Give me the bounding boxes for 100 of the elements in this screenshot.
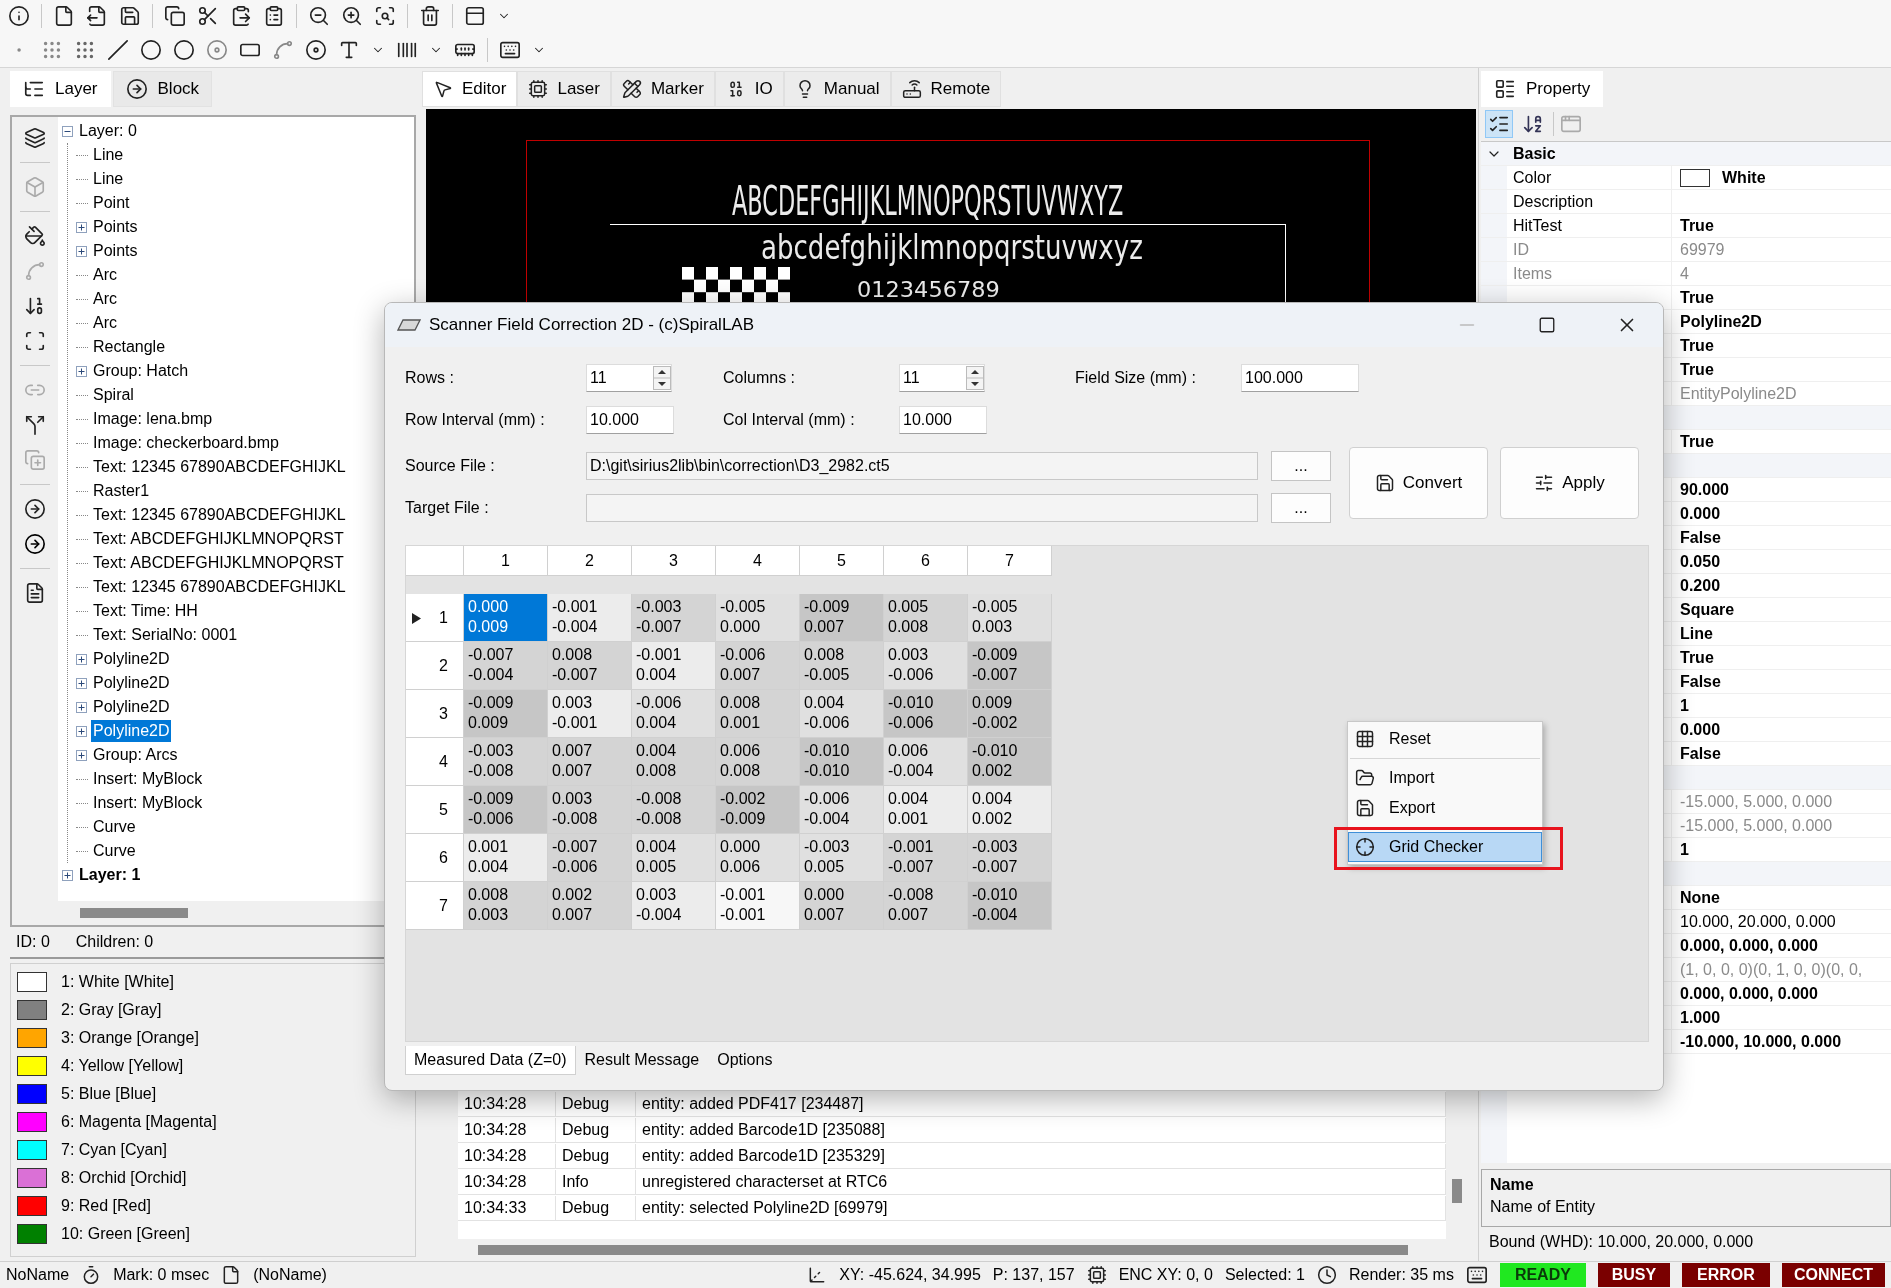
table-cell[interactable]: -0.010 -0.004 [968, 882, 1052, 930]
tree-item[interactable]: Text: 12345 67890ABCDEFGHIJKL [91, 456, 348, 478]
menu-item[interactable]: Grid Checker [1348, 832, 1542, 862]
table-cell[interactable]: -0.010 0.002 [968, 738, 1052, 786]
row-header[interactable]: 2 [406, 642, 464, 690]
editor-tab[interactable]: Laser [517, 71, 611, 107]
color-label[interactable]: 7: Cyan [Cyan] [61, 1141, 167, 1159]
table-cell[interactable]: -0.007 -0.006 [548, 834, 632, 882]
property-value[interactable]: Line [1680, 624, 1713, 643]
category-row[interactable]: Basic [1481, 142, 1891, 166]
source-file-field[interactable]: D:\git\sirius2lib\bin\correction\D3_2982.ct5 [586, 452, 1258, 480]
tree-item[interactable]: Point [91, 192, 132, 214]
table-cell[interactable]: 0.003 -0.006 [884, 642, 968, 690]
property-value[interactable]: True [1680, 336, 1714, 355]
maximize-icon[interactable] [1538, 316, 1556, 334]
property-value[interactable]: 0.200 [1680, 576, 1721, 595]
collapse-toggle[interactable] [62, 125, 73, 137]
scrollbar-thumb[interactable] [80, 908, 188, 918]
apply-button[interactable]: Apply [1500, 447, 1639, 519]
menu-item[interactable]: Reset [1348, 724, 1542, 754]
tree-item[interactable]: Layer: 0 [77, 120, 139, 142]
tree-item[interactable]: Layer: 1 [77, 864, 143, 886]
table-cell[interactable]: 0.000 0.009 [464, 594, 548, 642]
table-cell[interactable]: -0.009 -0.006 [464, 786, 548, 834]
tree-item[interactable]: Text: Time: HH [91, 600, 200, 622]
property-value[interactable]: Square [1680, 600, 1735, 619]
table-cell[interactable]: 0.003 -0.001 [548, 690, 632, 738]
property-value[interactable]: True [1680, 432, 1714, 451]
table-cell[interactable]: -0.008 0.007 [884, 882, 968, 930]
color-label[interactable]: 10: Green [Green] [61, 1225, 190, 1243]
cut-icon[interactable] [197, 5, 219, 27]
table-cell[interactable]: 0.008 -0.005 [800, 642, 884, 690]
property-value[interactable]: True [1680, 648, 1714, 667]
paste-icon[interactable] [230, 5, 252, 27]
table-cell[interactable]: -0.001 -0.001 [716, 882, 800, 930]
row-header[interactable]: 1 [406, 594, 464, 642]
browse-button[interactable]: ... [1271, 451, 1331, 481]
table-cell[interactable]: -0.005 0.000 [716, 594, 800, 642]
field-size-field[interactable]: 100.000 [1241, 364, 1359, 392]
property-value[interactable]: 90.000 [1680, 480, 1729, 499]
row-header[interactable]: 4 [406, 738, 464, 786]
color-label[interactable]: 5: Blue [Blue] [61, 1085, 157, 1103]
export-file-icon[interactable] [86, 5, 108, 27]
table-cell[interactable]: 0.003 -0.004 [632, 882, 716, 930]
table-cell[interactable]: -0.007 -0.004 [464, 642, 548, 690]
table-cell[interactable]: 0.009 -0.002 [968, 690, 1052, 738]
keyboard-icon[interactable] [499, 39, 521, 61]
layers-icon[interactable] [24, 127, 46, 149]
paint-bucket-icon[interactable] [24, 225, 46, 247]
polyline-icon[interactable] [272, 39, 294, 61]
menu-item[interactable]: Export [1348, 793, 1542, 823]
table-cell[interactable]: -0.001 -0.007 [884, 834, 968, 882]
copy-icon[interactable] [164, 5, 186, 27]
tree-item[interactable]: Curve [91, 840, 138, 862]
expand-toggle[interactable] [76, 749, 87, 761]
zoom-fit-icon[interactable] [374, 5, 396, 27]
property-value[interactable]: -10.000, 10.000, 0.000 [1680, 1032, 1842, 1051]
property-value[interactable]: 0.000 [1680, 504, 1721, 523]
browse-button[interactable]: ... [1271, 493, 1331, 523]
save-icon[interactable] [119, 5, 141, 27]
tree-item[interactable]: Text: ABCDEFGHIJKLMNOPQRST [91, 552, 346, 574]
grid-points-icon[interactable] [74, 39, 96, 61]
new-file-icon[interactable] [53, 5, 75, 27]
table-cell[interactable]: -0.005 0.003 [968, 594, 1052, 642]
table-cell[interactable]: -0.003 -0.007 [968, 834, 1052, 882]
table-cell[interactable]: -0.008 -0.008 [632, 786, 716, 834]
property-value[interactable]: True [1680, 360, 1714, 379]
tree-item[interactable]: Spiral [91, 384, 136, 406]
property-value[interactable]: False [1680, 528, 1721, 547]
table-cell[interactable]: -0.010 -0.010 [800, 738, 884, 786]
table-cell[interactable]: 0.006 -0.004 [884, 738, 968, 786]
table-cell[interactable]: 0.004 -0.006 [800, 690, 884, 738]
tree-item[interactable]: Text: ABCDEFGHIJKLMNOPQRST [91, 528, 346, 550]
table-cell[interactable]: 0.001 0.004 [464, 834, 548, 882]
tree-item[interactable]: Text: 12345 67890ABCDEFGHIJKL [91, 504, 348, 526]
table-cell[interactable]: 0.000 0.007 [800, 882, 884, 930]
tree-item[interactable]: Polyline2D [91, 648, 172, 670]
tree-item[interactable]: Insert: MyBlock [91, 792, 205, 814]
tree-item[interactable]: Raster1 [91, 480, 152, 502]
table-cell[interactable]: -0.009 0.009 [464, 690, 548, 738]
table-cell[interactable]: -0.009 -0.007 [968, 642, 1052, 690]
table-cell[interactable]: -0.006 0.004 [632, 690, 716, 738]
editor-tab[interactable]: Manual [783, 71, 891, 107]
tree-item[interactable]: Curve [91, 816, 138, 838]
property-value[interactable]: 0.000, 0.000, 0.000 [1680, 936, 1818, 955]
color-label[interactable]: 6: Magenta [Magenta] [61, 1113, 217, 1131]
spin-arrows-icon[interactable] [966, 366, 984, 390]
panel-tab[interactable]: Layer [10, 71, 111, 107]
sort-az-icon[interactable] [1522, 113, 1544, 135]
tree-item[interactable]: Text: 12345 67890ABCDEFGHIJKL [91, 576, 348, 598]
property-value[interactable]: True [1680, 216, 1714, 235]
property-value[interactable]: 0.000, 0.000, 0.000 [1680, 984, 1818, 1003]
tree-item[interactable]: Text: SerialNo: 0001 [91, 624, 240, 646]
panel-tab[interactable]: Property [1481, 71, 1604, 107]
table-cell[interactable]: -0.003 -0.007 [632, 594, 716, 642]
row-header[interactable]: 5 [406, 786, 464, 834]
table-cell[interactable]: -0.001 0.004 [632, 642, 716, 690]
zoom-in-icon[interactable] [341, 5, 363, 27]
tree-item[interactable]: Polyline2D [91, 696, 172, 718]
editor-tab[interactable]: Marker [610, 71, 715, 107]
